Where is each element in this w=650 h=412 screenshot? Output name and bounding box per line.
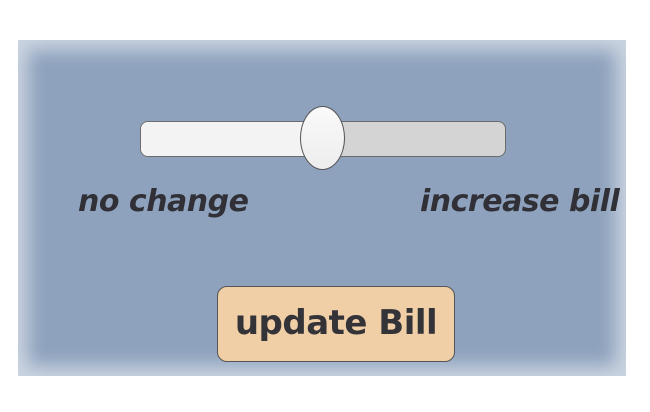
update-bill-button[interactable]: update Bill: [217, 286, 455, 362]
slider-max-label: increase bill: [420, 184, 620, 219]
slider-min-label: no change: [78, 184, 249, 219]
slider-fill: [141, 122, 324, 156]
bill-change-slider[interactable]: [140, 106, 506, 170]
slider-thumb[interactable]: [300, 106, 345, 170]
control-panel: no change increase bill update Bill: [18, 40, 626, 376]
